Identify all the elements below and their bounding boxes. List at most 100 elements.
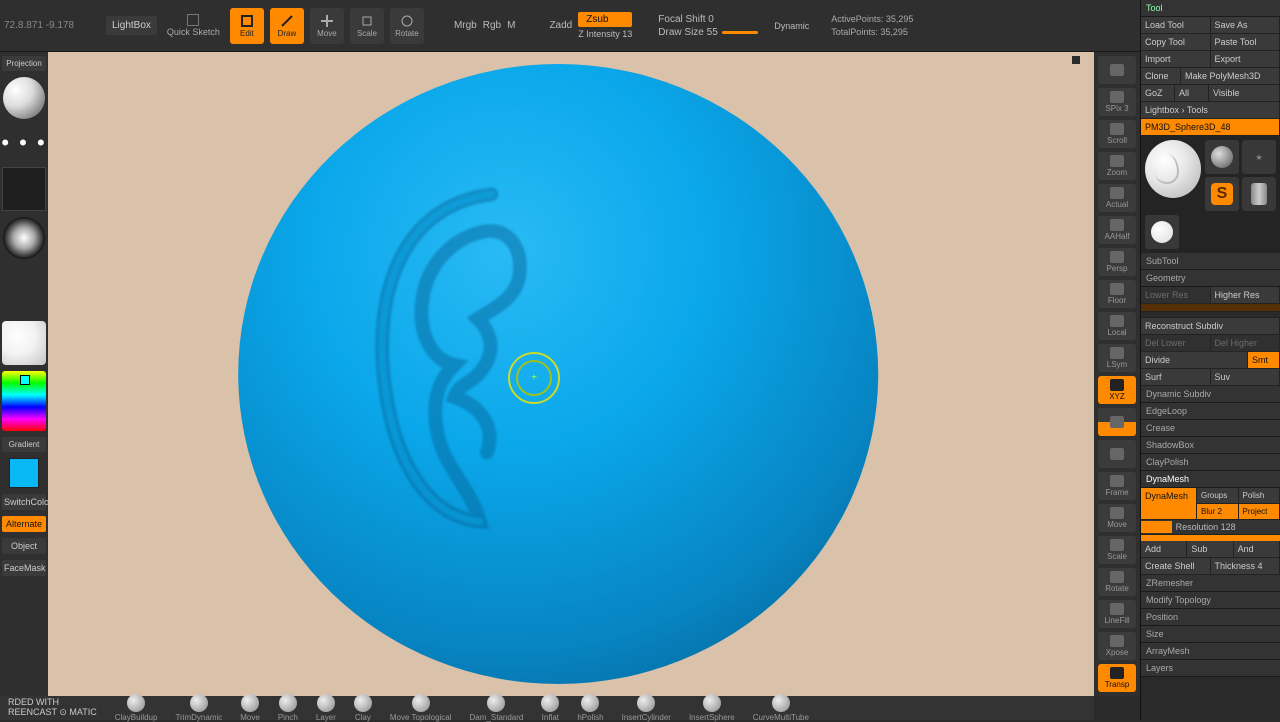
nav-spix[interactable]: SPix 3	[1098, 88, 1136, 116]
brush-layer[interactable]: Layer	[316, 694, 336, 722]
tool-thumb-simplebrush[interactable]: S	[1205, 177, 1239, 211]
brush-claybuildup[interactable]: ClayBuildup	[115, 694, 158, 722]
lightbox-button[interactable]: LightBox	[106, 16, 157, 35]
shadowbox-header[interactable]: ShadowBox	[1141, 437, 1280, 454]
lightbox-tools-button[interactable]: Lightbox › Tools	[1141, 102, 1280, 119]
brush-curvemultitube[interactable]: CurveMultiTube	[753, 694, 809, 722]
alpha-thumbnail[interactable]	[3, 217, 45, 259]
brush-hpolish[interactable]: hPolish	[577, 694, 603, 722]
nav-rotate[interactable]: Rotate	[1098, 568, 1136, 596]
facemask-button[interactable]: FaceMask	[2, 560, 46, 576]
claypolish-header[interactable]: ClayPolish	[1141, 454, 1280, 471]
smt-toggle[interactable]: Smt	[1248, 352, 1280, 369]
suv-toggle[interactable]: Suv	[1211, 369, 1280, 386]
tool-thumb-polymesh[interactable]: ★	[1242, 140, 1276, 174]
color-picker[interactable]	[2, 371, 46, 431]
nav-symmetry-icon[interactable]	[1098, 408, 1136, 436]
dynamesh-groups-toggle[interactable]: Groups	[1197, 488, 1239, 504]
tool-preview-current[interactable]	[1145, 140, 1201, 198]
nav-scroll[interactable]: Scroll	[1098, 120, 1136, 148]
geometry-header[interactable]: Geometry	[1141, 270, 1280, 287]
brush-damstandard[interactable]: Dam_Standard	[470, 694, 524, 722]
viewport[interactable]: +	[48, 52, 1094, 696]
export-button[interactable]: Export	[1211, 51, 1280, 68]
m-toggle[interactable]: M	[507, 20, 515, 31]
draw-size-track[interactable]	[722, 31, 758, 34]
material-thumbnail[interactable]	[2, 321, 46, 365]
nav-transp[interactable]: Transp	[1098, 664, 1136, 692]
goz-visible-button[interactable]: Visible	[1209, 85, 1280, 102]
layers-header[interactable]: Layers	[1141, 660, 1280, 677]
texture-slot[interactable]	[2, 167, 46, 211]
brush-movetopo[interactable]: Move Topological	[390, 694, 452, 722]
quicksketch-toggle[interactable]: Quick Sketch	[163, 12, 224, 39]
tool-thumb-cylinder[interactable]	[1242, 177, 1276, 211]
edgeloop-header[interactable]: EdgeLoop	[1141, 403, 1280, 420]
projection-button[interactable]: Projection	[2, 56, 46, 71]
arraymesh-header[interactable]: ArrayMesh	[1141, 643, 1280, 660]
sdiv-slider[interactable]	[1141, 304, 1280, 312]
zremesher-header[interactable]: ZRemesher	[1141, 575, 1280, 592]
draw-size-slider[interactable]: Draw Size 55	[658, 27, 717, 38]
modify-topology-header[interactable]: Modify Topology	[1141, 592, 1280, 609]
reconstruct-button[interactable]: Reconstruct Subdiv	[1141, 318, 1280, 335]
alternate-button[interactable]: Alternate	[2, 516, 46, 532]
switchcolor-button[interactable]: SwitchColor	[2, 494, 46, 510]
del-higher-button[interactable]: Del Higher	[1211, 335, 1280, 352]
nav-scale[interactable]: Scale	[1098, 536, 1136, 564]
move-mode-button[interactable]: Move	[310, 8, 344, 44]
resolution-slider[interactable]: Resolution 128	[1141, 520, 1280, 535]
dynamesh-header[interactable]: DynaMesh	[1141, 471, 1280, 488]
nav-local[interactable]: Local	[1098, 312, 1136, 340]
scale-mode-button[interactable]: Scale	[350, 8, 384, 44]
nav-frame[interactable]: Frame	[1098, 472, 1136, 500]
nav-lsym[interactable]: LSym	[1098, 344, 1136, 372]
tool-header[interactable]: Tool	[1141, 0, 1280, 17]
goz-all-button[interactable]: All	[1175, 85, 1209, 102]
brush-trimdynamic[interactable]: TrimDynamic	[175, 694, 222, 722]
dynamesh-polish-toggle[interactable]: Polish	[1239, 488, 1280, 504]
divide-button[interactable]: Divide	[1141, 352, 1248, 369]
main-color-swatch[interactable]	[9, 458, 39, 488]
gradient-button[interactable]: Gradient	[2, 437, 46, 452]
goz-button[interactable]: GoZ	[1141, 85, 1175, 102]
dynamic-subdiv-header[interactable]: Dynamic Subdiv	[1141, 386, 1280, 403]
nav-xpose[interactable]: Xpose	[1098, 632, 1136, 660]
z-intensity-slider[interactable]: Z Intensity 13	[578, 29, 632, 39]
copy-tool-button[interactable]: Copy Tool	[1141, 34, 1211, 51]
focal-shift-slider[interactable]: Focal Shift 0	[658, 14, 768, 25]
tool-thumb-sphere[interactable]	[1205, 140, 1239, 174]
close-doc-icon[interactable]	[1072, 56, 1080, 64]
position-header[interactable]: Position	[1141, 609, 1280, 626]
del-lower-button[interactable]: Del Lower	[1141, 335, 1211, 352]
dynamesh-and-button[interactable]: And	[1234, 541, 1280, 558]
tool-thumb-pm3dsphere[interactable]	[1145, 215, 1179, 249]
nav-actual[interactable]: Actual	[1098, 184, 1136, 212]
nav-move[interactable]: Move	[1098, 504, 1136, 532]
brush-insertcyl[interactable]: InsertCylinder	[622, 694, 671, 722]
dynamic-toggle[interactable]: Dynamic	[774, 21, 809, 31]
edit-mode-button[interactable]: Edit	[230, 8, 264, 44]
dynamesh-add-button[interactable]: Add	[1141, 541, 1187, 558]
draw-mode-button[interactable]: Draw	[270, 8, 304, 44]
paste-tool-button[interactable]: Paste Tool	[1211, 34, 1280, 51]
dynamesh-sub-button[interactable]: Sub	[1187, 541, 1233, 558]
nav-aahalf[interactable]: AAHalf	[1098, 216, 1136, 244]
stroke-dots-icon[interactable]: • • •	[1, 125, 46, 161]
nav-xyz[interactable]: XYZ	[1098, 376, 1136, 404]
surf-toggle[interactable]: Surf	[1141, 369, 1211, 386]
size-header[interactable]: Size	[1141, 626, 1280, 643]
thickness-slider[interactable]: Thickness 4	[1211, 558, 1280, 575]
dynamesh-blur-slider[interactable]: Blur 2	[1197, 504, 1239, 520]
brush-pinch[interactable]: Pinch	[278, 694, 298, 722]
load-tool-button[interactable]: Load Tool	[1141, 17, 1211, 34]
object-button[interactable]: Object	[2, 538, 46, 554]
import-button[interactable]: Import	[1141, 51, 1211, 68]
zadd-toggle[interactable]: Zadd	[549, 20, 572, 31]
subtool-header[interactable]: SubTool	[1141, 253, 1280, 270]
rgb-toggle[interactable]: Rgb	[483, 20, 501, 31]
rotate-mode-button[interactable]: Rotate	[390, 8, 424, 44]
nav-solo-icon[interactable]	[1098, 440, 1136, 468]
dynamesh-project-toggle[interactable]: Project	[1239, 504, 1280, 520]
nav-zoom[interactable]: Zoom	[1098, 152, 1136, 180]
